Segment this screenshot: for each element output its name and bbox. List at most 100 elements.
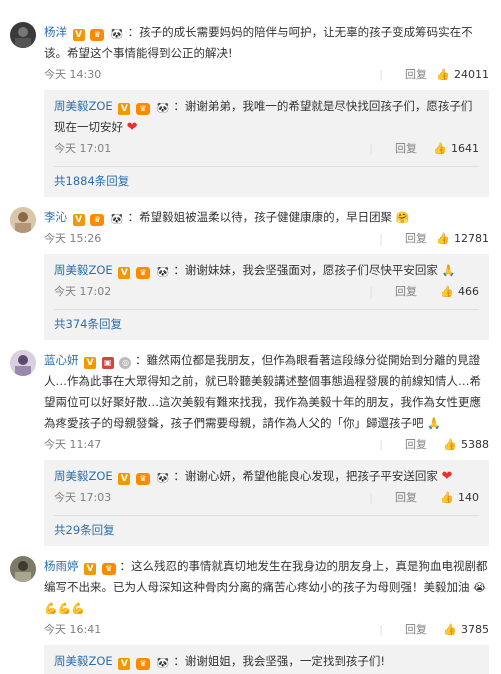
panda-icon: 🐼 <box>156 473 169 484</box>
verified-v-icon: V <box>118 267 131 279</box>
like-button[interactable]: 👍 140 <box>440 487 479 509</box>
more-replies-link[interactable]: 共374条回复 <box>54 309 479 338</box>
like-button[interactable]: 👍 5388 <box>443 434 489 456</box>
reply-username[interactable]: 周美毅ZOE <box>54 263 113 277</box>
reply-button[interactable]: 回复 <box>395 281 417 303</box>
reply-button[interactable]: 回复 <box>405 228 427 250</box>
reply-button[interactable]: 回复 <box>405 64 427 86</box>
verified-v-icon: V <box>72 214 85 226</box>
level-badge-icon: ♛ <box>136 103 151 115</box>
comment: 杨雨婷 V ♛ ：这么残忍的事情就真切地发生在我身边的朋友身上，真是狗血电视剧都… <box>0 546 501 674</box>
thumb-up-icon: 👍 <box>436 232 450 245</box>
divider: | <box>379 623 383 636</box>
divider: | <box>369 491 373 504</box>
timestamp: 今天 17:03 <box>54 491 112 504</box>
comment-meta: 今天 16:41 | 回复 👍 3785 <box>44 619 489 641</box>
comment-text: 杨洋 V ♛ 🐼 ：孩子的成长需要妈妈的陪伴与呵护，让无辜的孩子变成筹码实在不该… <box>44 22 489 64</box>
reply-box: 周美毅ZOE V ♛ 🐼 ：谢谢姐姐，我会坚强，一定找到孩子们! <box>44 645 489 674</box>
username[interactable]: 蓝心妍 <box>44 353 79 367</box>
like-button[interactable]: 👍 3785 <box>443 619 489 641</box>
reply-text: 周美毅ZOE V ♛ 🐼 ：谢谢姐姐，我会坚强，一定找到孩子们! <box>54 651 479 672</box>
level-badge-icon: ♛ <box>101 563 116 575</box>
reply-button[interactable]: 回复 <box>405 434 427 456</box>
like-button[interactable]: 👍 12781 <box>436 228 489 250</box>
member-badge-icon: ◎ <box>119 357 132 369</box>
username[interactable]: 杨洋 <box>44 25 67 39</box>
like-count: 140 <box>458 491 479 504</box>
like-button[interactable]: 👍 1641 <box>433 138 479 160</box>
comment-meta: 今天 11:47 | 回复 👍 5388 <box>44 434 489 456</box>
reply-box: 周美毅ZOE V ♛ 🐼 ：谢谢妹妹，我会坚强面对，愿孩子们尽快平安回家 🙏 今… <box>44 254 489 340</box>
like-count: 1641 <box>451 142 479 155</box>
reply-body: ：谢谢心妍，希望他能良心发现，把孩子平安送回家 <box>173 469 438 483</box>
avatar[interactable] <box>10 556 36 582</box>
more-replies-link[interactable]: 共29条回复 <box>54 515 479 544</box>
thumb-up-icon: 👍 <box>436 68 450 81</box>
reply-body: ：谢谢弟弟，我唯一的希望就是尽快找回孩子们，愿孩子们现在一切安好 <box>54 99 473 134</box>
panda-icon: 🐼 <box>156 103 169 114</box>
like-button[interactable]: 👍 466 <box>440 281 479 303</box>
avatar[interactable] <box>10 207 36 233</box>
reply-username[interactable]: 周美毅ZOE <box>54 469 113 483</box>
avatar[interactable] <box>10 350 36 376</box>
comment-text: 杨雨婷 V ♛ ：这么残忍的事情就真切地发生在我身边的朋友身上，真是狗血电视剧都… <box>44 556 489 619</box>
level-badge-icon: ♛ <box>90 29 105 41</box>
comment: 蓝心妍 V ▣ ◎ ：雖然兩位都是我朋友，但作為眼看著這段綠分從開始到分離的見證… <box>0 340 501 546</box>
level-badge-icon: ♛ <box>136 658 151 670</box>
timestamp: 今天 16:41 <box>44 623 102 636</box>
pray-emoji-icon: 🙏 <box>427 417 441 430</box>
thumb-up-icon: 👍 <box>443 623 457 636</box>
comment-body: ：孩子的成长需要妈妈的陪伴与呵护，让无辜的孩子变成筹码实在不该。希望这个事情能得… <box>44 25 473 60</box>
level-badge-icon: ♛ <box>90 214 105 226</box>
timestamp: 今天 15:26 <box>44 232 102 245</box>
reply-username[interactable]: 周美毅ZOE <box>54 654 113 668</box>
comment-meta: 今天 15:26 | 回复 👍 12781 <box>44 228 489 250</box>
panda-icon: 🐼 <box>110 214 124 225</box>
like-count: 24011 <box>454 68 489 81</box>
comment: 李沁 V ♛ 🐼 ：希望毅姐被温柔以待，孩子健健康康的，早日团聚 🤗 今天 15… <box>0 197 501 340</box>
comment-body: ：希望毅姐被温柔以待，孩子健健康康的，早日团聚 <box>127 210 393 224</box>
divider: | <box>379 232 383 245</box>
thumb-up-icon: 👍 <box>440 491 454 504</box>
reply-button[interactable]: 回复 <box>405 619 427 641</box>
comment-meta: 今天 14:30 | 回复 👍 24011 <box>44 64 489 86</box>
thumb-up-icon: 👍 <box>440 285 454 298</box>
verified-v-icon: V <box>84 563 97 575</box>
username[interactable]: 李沁 <box>44 210 67 224</box>
reply-username[interactable]: 周美毅ZOE <box>54 99 113 113</box>
panda-icon: 🐼 <box>110 29 124 40</box>
timestamp: 今天 11:47 <box>44 438 102 451</box>
reply-text: 周美毅ZOE V ♛ 🐼 ：谢谢妹妹，我会坚强面对，愿孩子们尽快平安回家 🙏 <box>54 260 479 281</box>
like-count: 5388 <box>461 438 489 451</box>
like-count: 466 <box>458 285 479 298</box>
reply-text: 周美毅ZOE V ♛ 🐼 ：谢谢弟弟，我唯一的希望就是尽快找回孩子们，愿孩子们现… <box>54 96 479 138</box>
divider: | <box>379 68 383 81</box>
thumb-up-icon: 👍 <box>433 142 447 155</box>
level-badge-icon: ♛ <box>136 267 151 279</box>
like-button[interactable]: 👍 24011 <box>436 64 489 86</box>
hug-emoji-icon: 🤗 <box>395 211 410 224</box>
more-replies-link[interactable]: 共1884条回复 <box>54 166 479 195</box>
username[interactable]: 杨雨婷 <box>44 559 79 573</box>
panda-icon: 🐼 <box>156 658 169 669</box>
like-count: 3785 <box>461 623 489 636</box>
verified-v-icon: V <box>72 29 85 41</box>
reply-box: 周美毅ZOE V ♛ 🐼 ：谢谢弟弟，我唯一的希望就是尽快找回孩子们，愿孩子们现… <box>44 90 489 197</box>
divider: | <box>379 438 383 451</box>
pray-emoji-icon: 🙏 <box>441 264 456 277</box>
verified-v-icon: V <box>118 103 131 115</box>
timestamp: 今天 14:30 <box>44 68 102 81</box>
reply-button[interactable]: 回复 <box>395 138 417 160</box>
verified-v-icon: V <box>118 658 131 670</box>
timestamp: 今天 17:02 <box>54 285 112 298</box>
reply-meta: 今天 17:01 | 回复 👍 1641 <box>54 138 479 160</box>
reply-text: 周美毅ZOE V ♛ 🐼 ：谢谢心妍，希望他能良心发现，把孩子平安送回家 ❤ <box>54 466 479 487</box>
panda-icon: 🐼 <box>156 267 169 278</box>
avatar[interactable] <box>10 22 36 48</box>
heart-icon: ❤ <box>126 120 138 135</box>
thumb-up-icon: 👍 <box>443 438 457 451</box>
reply-button[interactable]: 回复 <box>395 487 417 509</box>
reply-box: 周美毅ZOE V ♛ 🐼 ：谢谢心妍，希望他能良心发现，把孩子平安送回家 ❤ 今… <box>44 460 489 546</box>
comment: 杨洋 V ♛ 🐼 ：孩子的成长需要妈妈的陪伴与呵护，让无辜的孩子变成筹码实在不该… <box>0 0 501 197</box>
comment-text: 蓝心妍 V ▣ ◎ ：雖然兩位都是我朋友，但作為眼看著這段綠分從開始到分離的見證… <box>44 350 489 434</box>
